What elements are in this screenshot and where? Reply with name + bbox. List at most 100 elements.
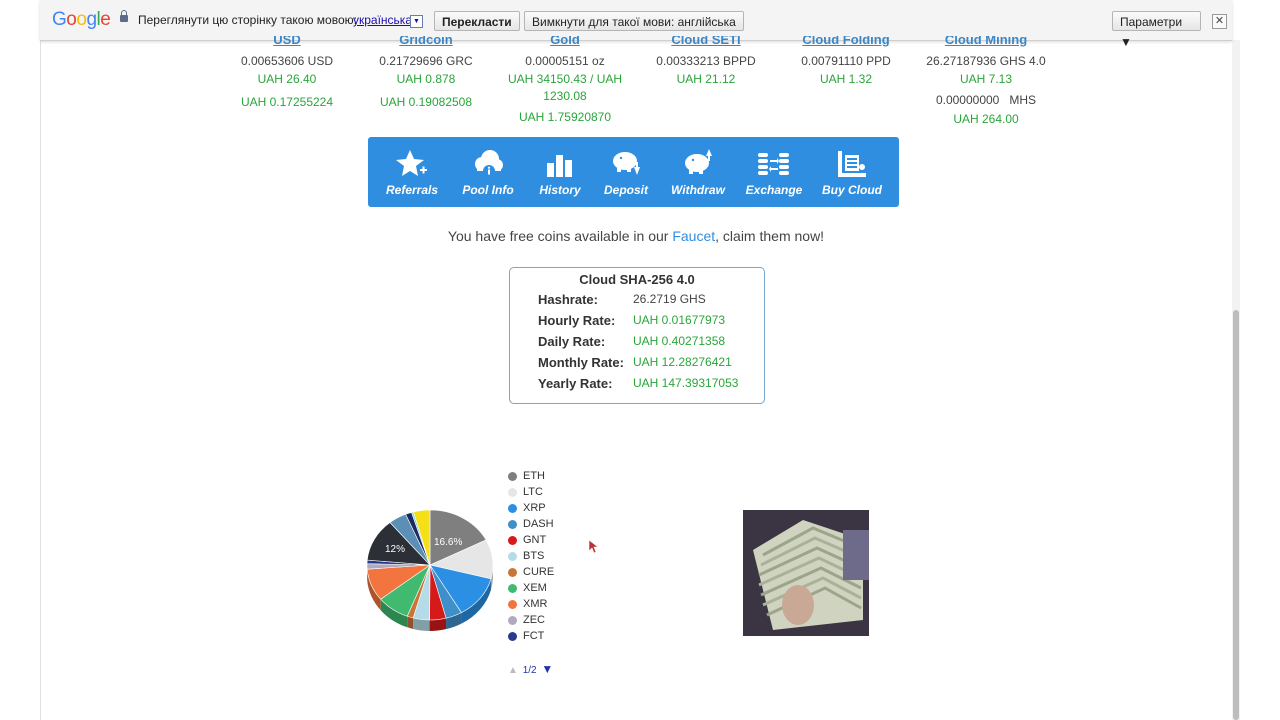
currency-name[interactable]: Cloud Folding xyxy=(776,36,916,48)
google-logo: Google xyxy=(52,9,111,30)
nav-deposit[interactable]: Deposit xyxy=(596,145,656,201)
language-dropdown-icon[interactable]: ▼ xyxy=(410,15,423,28)
lock-icon xyxy=(120,10,128,22)
currency-name[interactable]: Gridcoin xyxy=(356,36,496,48)
legend-label: XMR xyxy=(523,598,548,610)
legend-label: BTS xyxy=(523,550,545,562)
row-value: 26.2719 GHS xyxy=(633,292,706,306)
legend-swatch xyxy=(508,584,517,593)
currency-column-cloud-folding: Cloud Folding 0.00791110 PPD UAH 1.32 xyxy=(776,36,916,88)
currency-uah: UAH 34150.43 / UAH 1230.08 xyxy=(507,72,623,103)
translate-button[interactable]: Перекласти xyxy=(434,11,520,31)
nav-label: Referrals xyxy=(385,183,439,197)
language-select[interactable]: українська xyxy=(353,13,412,27)
currency-amount: 26.27187936 GHS 4.0 xyxy=(926,54,1046,68)
coin-distribution-pie: 16.6% 12% xyxy=(366,509,494,631)
currency-amount: 0.00653606 USD xyxy=(240,54,334,68)
vertical-scrollbar[interactable] xyxy=(1232,40,1240,720)
legend-label: LTC xyxy=(523,486,543,498)
faucet-notice: You have free coins available in our Fau… xyxy=(0,228,1272,244)
window-left-gutter xyxy=(0,0,41,720)
legend-swatch xyxy=(508,552,517,561)
piggy-deposit-icon xyxy=(610,149,642,184)
currency-amount: 0.00791110 PPD xyxy=(801,54,891,68)
cloud-sha256-panel: Cloud SHA-256 4.0 Hashrate: 26.2719 GHS … xyxy=(509,267,765,404)
legend-label: GNT xyxy=(523,534,547,546)
currency-name[interactable]: Cloud Mining xyxy=(916,36,1056,48)
legend-label: CURE xyxy=(523,566,555,578)
buy-cloud-icon xyxy=(836,149,868,184)
mouse-cursor-icon xyxy=(589,540,599,554)
currency-uah: UAH 1.32 xyxy=(819,72,873,86)
nav-history[interactable]: History xyxy=(528,145,592,201)
pie-label-other: 12% xyxy=(385,544,405,555)
row-label: Daily Rate: xyxy=(538,334,606,349)
coins-exchange-icon xyxy=(757,149,791,184)
currency-column-usd: USD 0.00653606 USD UAH 26.40 UAH 0.17255… xyxy=(217,36,357,111)
currency-name[interactable]: Gold xyxy=(495,36,635,48)
currency-amount: 0.00333213 BPPD xyxy=(656,54,756,68)
faucet-text-before: You have free coins available in our xyxy=(447,228,673,244)
options-button[interactable]: Параметри ▼ xyxy=(1112,11,1201,49)
nav-exchange[interactable]: Exchange xyxy=(738,145,810,201)
currency-uah-secondary: UAH 0.17255224 xyxy=(240,95,334,109)
nav-withdraw[interactable]: Withdraw xyxy=(664,145,732,201)
legend-label: ZEC xyxy=(523,614,545,626)
close-icon[interactable]: ✕ xyxy=(1212,14,1227,29)
legend-swatch xyxy=(508,600,517,609)
account-nav-bar: Referrals Pool Info History Deposit With… xyxy=(368,137,899,207)
pager-down-icon[interactable]: ▼ xyxy=(541,662,553,676)
faucet-text-after: , claim them now! xyxy=(715,228,825,244)
nav-referrals[interactable]: Referrals xyxy=(376,145,448,201)
nav-buy-cloud[interactable]: Buy Cloud xyxy=(816,145,888,201)
legend-swatch xyxy=(508,520,517,529)
legend-label: XEM xyxy=(523,582,547,594)
legend-pager: ▲ 1/2 ▼ xyxy=(508,662,553,676)
currency-uah: UAH 26.40 xyxy=(257,72,317,86)
currency-column-gold: Gold 0.00005151 oz UAH 34150.43 / UAH 12… xyxy=(495,36,635,126)
row-label: Hashrate: xyxy=(538,292,598,307)
currency-uah: UAH 7.13 xyxy=(959,72,1013,86)
row-value: UAH 0.01677973 xyxy=(633,313,726,327)
translate-bar: Google Переглянути цю сторінку такою мов… xyxy=(40,0,1232,49)
currency-uah-secondary: UAH 0.19082508 xyxy=(379,95,473,109)
row-value: UAH 147.39317053 xyxy=(633,376,739,390)
legend-label: XRP xyxy=(523,502,546,514)
pager-page: 1/2 xyxy=(522,665,537,676)
nav-label: History xyxy=(539,183,581,197)
nav-label: Pool Info xyxy=(462,183,514,197)
legend-swatch xyxy=(508,488,517,497)
currency-name[interactable]: USD xyxy=(217,36,357,48)
translate-prompt: Переглянути цю сторінку такою мовою: xyxy=(138,13,357,27)
bar-chart-icon xyxy=(545,149,575,184)
currency-column-cloud-mining: Cloud Mining 26.27187936 GHS 4.0 UAH 7.1… xyxy=(916,36,1056,128)
currency-amount: 0.00005151 oz xyxy=(525,54,605,68)
row-label: Yearly Rate: xyxy=(538,376,613,391)
never-translate-button[interactable]: Вимкнути для такої мови: англійська xyxy=(524,11,744,31)
cash-stack-image xyxy=(743,510,869,636)
star-plus-icon xyxy=(396,149,428,184)
legend-label: DASH xyxy=(523,518,554,530)
row-label: Monthly Rate: xyxy=(538,355,624,370)
faucet-link[interactable]: Faucet xyxy=(672,228,715,244)
currency-uah-secondary: UAH 1.75920870 xyxy=(518,110,612,124)
nav-pool-info[interactable]: Pool Info xyxy=(452,145,524,201)
currency-uah-secondary: UAH 264.00 xyxy=(953,112,1019,126)
currency-name[interactable]: Cloud SETI xyxy=(636,36,776,48)
pie-slice-side-cure xyxy=(407,616,414,629)
row-value: UAH 12.28276421 xyxy=(633,355,732,369)
legend-swatch xyxy=(508,536,517,545)
nav-label: Buy Cloud xyxy=(822,183,882,197)
currency-amount: 0.21729696 GRC xyxy=(379,54,473,68)
scrollbar-thumb[interactable] xyxy=(1233,310,1239,720)
nav-label: Deposit xyxy=(603,183,648,197)
window-right-gutter xyxy=(1240,0,1280,720)
nav-label: Exchange xyxy=(745,183,803,197)
row-value: UAH 0.40271358 xyxy=(633,334,726,348)
nav-label: Withdraw xyxy=(671,183,725,197)
currency-mhs: 0.00000000 MHS xyxy=(935,93,1037,107)
legend-swatch xyxy=(508,632,517,641)
pager-up-icon[interactable]: ▲ xyxy=(508,665,518,676)
legend-label: ETH xyxy=(523,470,545,482)
legend-swatch xyxy=(508,472,517,481)
